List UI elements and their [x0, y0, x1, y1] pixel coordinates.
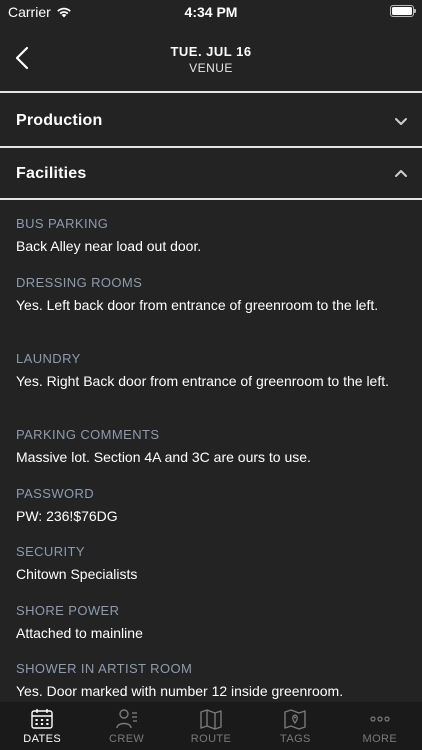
tab-label: TAGS	[280, 733, 311, 745]
field-label: LAUNDRY	[16, 351, 81, 366]
field-value: PW: 236!$76DG	[16, 508, 118, 524]
page-subtitle: VENUE	[189, 61, 233, 75]
field-value: Massive lot. Section 4A and 3C are ours …	[16, 449, 311, 465]
section-facilities[interactable]: Facilities	[0, 147, 422, 201]
chevron-up-icon	[395, 170, 407, 177]
tab-label: MORE	[362, 733, 398, 745]
battery-icon	[390, 5, 416, 17]
more-icon	[370, 716, 390, 722]
tab-label: CREW	[109, 733, 145, 745]
section-production[interactable]: Production	[0, 94, 422, 148]
tab-dates[interactable]: DATES	[0, 702, 84, 750]
status-bar: Carrier 4:34 PM	[0, 0, 422, 24]
section-title-production: Production	[16, 112, 103, 129]
status-time: 4:34 PM	[184, 4, 238, 20]
tag-map-icon	[284, 709, 307, 730]
field-value: Chitown Specialists	[16, 566, 138, 582]
field-security: SECURITY Chitown Specialists	[16, 544, 406, 583]
field-label: BUS PARKING	[16, 216, 109, 231]
crew-icon	[115, 709, 137, 729]
page-title: TUE. JUL 16	[170, 44, 252, 59]
field-password: PASSWORD PW: 236!$76DG	[16, 486, 406, 525]
field-dressing-rooms: DRESSING ROOMS Yes. Left back door from …	[16, 275, 406, 314]
field-value: Attached to mainline	[16, 625, 143, 641]
field-laundry: LAUNDRY Yes. Right Back door from entran…	[16, 351, 406, 390]
field-label: SHOWER IN ARTIST ROOM	[16, 661, 193, 676]
calendar-icon	[31, 709, 53, 729]
field-parking-comments: PARKING COMMENTS Massive lot. Section 4A…	[16, 427, 406, 466]
tab-crew[interactable]: CREW	[84, 702, 168, 750]
tab-label: DATES	[23, 733, 62, 745]
chevron-down-icon	[395, 118, 407, 125]
map-icon	[200, 709, 222, 730]
field-shower-artist-room: SHOWER IN ARTIST ROOM Yes. Door marked w…	[16, 661, 406, 700]
field-value: Yes. Left back door from entrance of gre…	[16, 297, 379, 313]
tab-route[interactable]: ROUTE	[169, 702, 253, 750]
tab-label: ROUTE	[190, 733, 232, 745]
divider	[0, 198, 422, 200]
section-title-facilities: Facilities	[16, 165, 87, 182]
field-shore-power: SHORE POWER Attached to mainline	[16, 603, 406, 642]
tab-bar: DATES CREW ROUTE TAGS MORE	[0, 702, 422, 750]
field-value: Back Alley near load out door.	[16, 238, 202, 254]
nav-bar: TUE. JUL 16 VENUE	[0, 24, 422, 92]
field-label: DRESSING ROOMS	[16, 275, 143, 290]
field-label: PASSWORD	[16, 486, 95, 501]
tab-tags[interactable]: TAGS	[253, 702, 337, 750]
field-label: PARKING COMMENTS	[16, 427, 160, 442]
field-label: SECURITY	[16, 544, 85, 559]
field-value: Yes. Door marked with number 12 inside g…	[16, 683, 344, 699]
field-value: Yes. Right Back door from entrance of gr…	[16, 373, 390, 389]
divider	[0, 91, 422, 93]
tab-more[interactable]: MORE	[338, 702, 422, 750]
field-bus-parking: BUS PARKING Back Alley near load out doo…	[16, 216, 406, 255]
field-label: SHORE POWER	[16, 603, 120, 618]
